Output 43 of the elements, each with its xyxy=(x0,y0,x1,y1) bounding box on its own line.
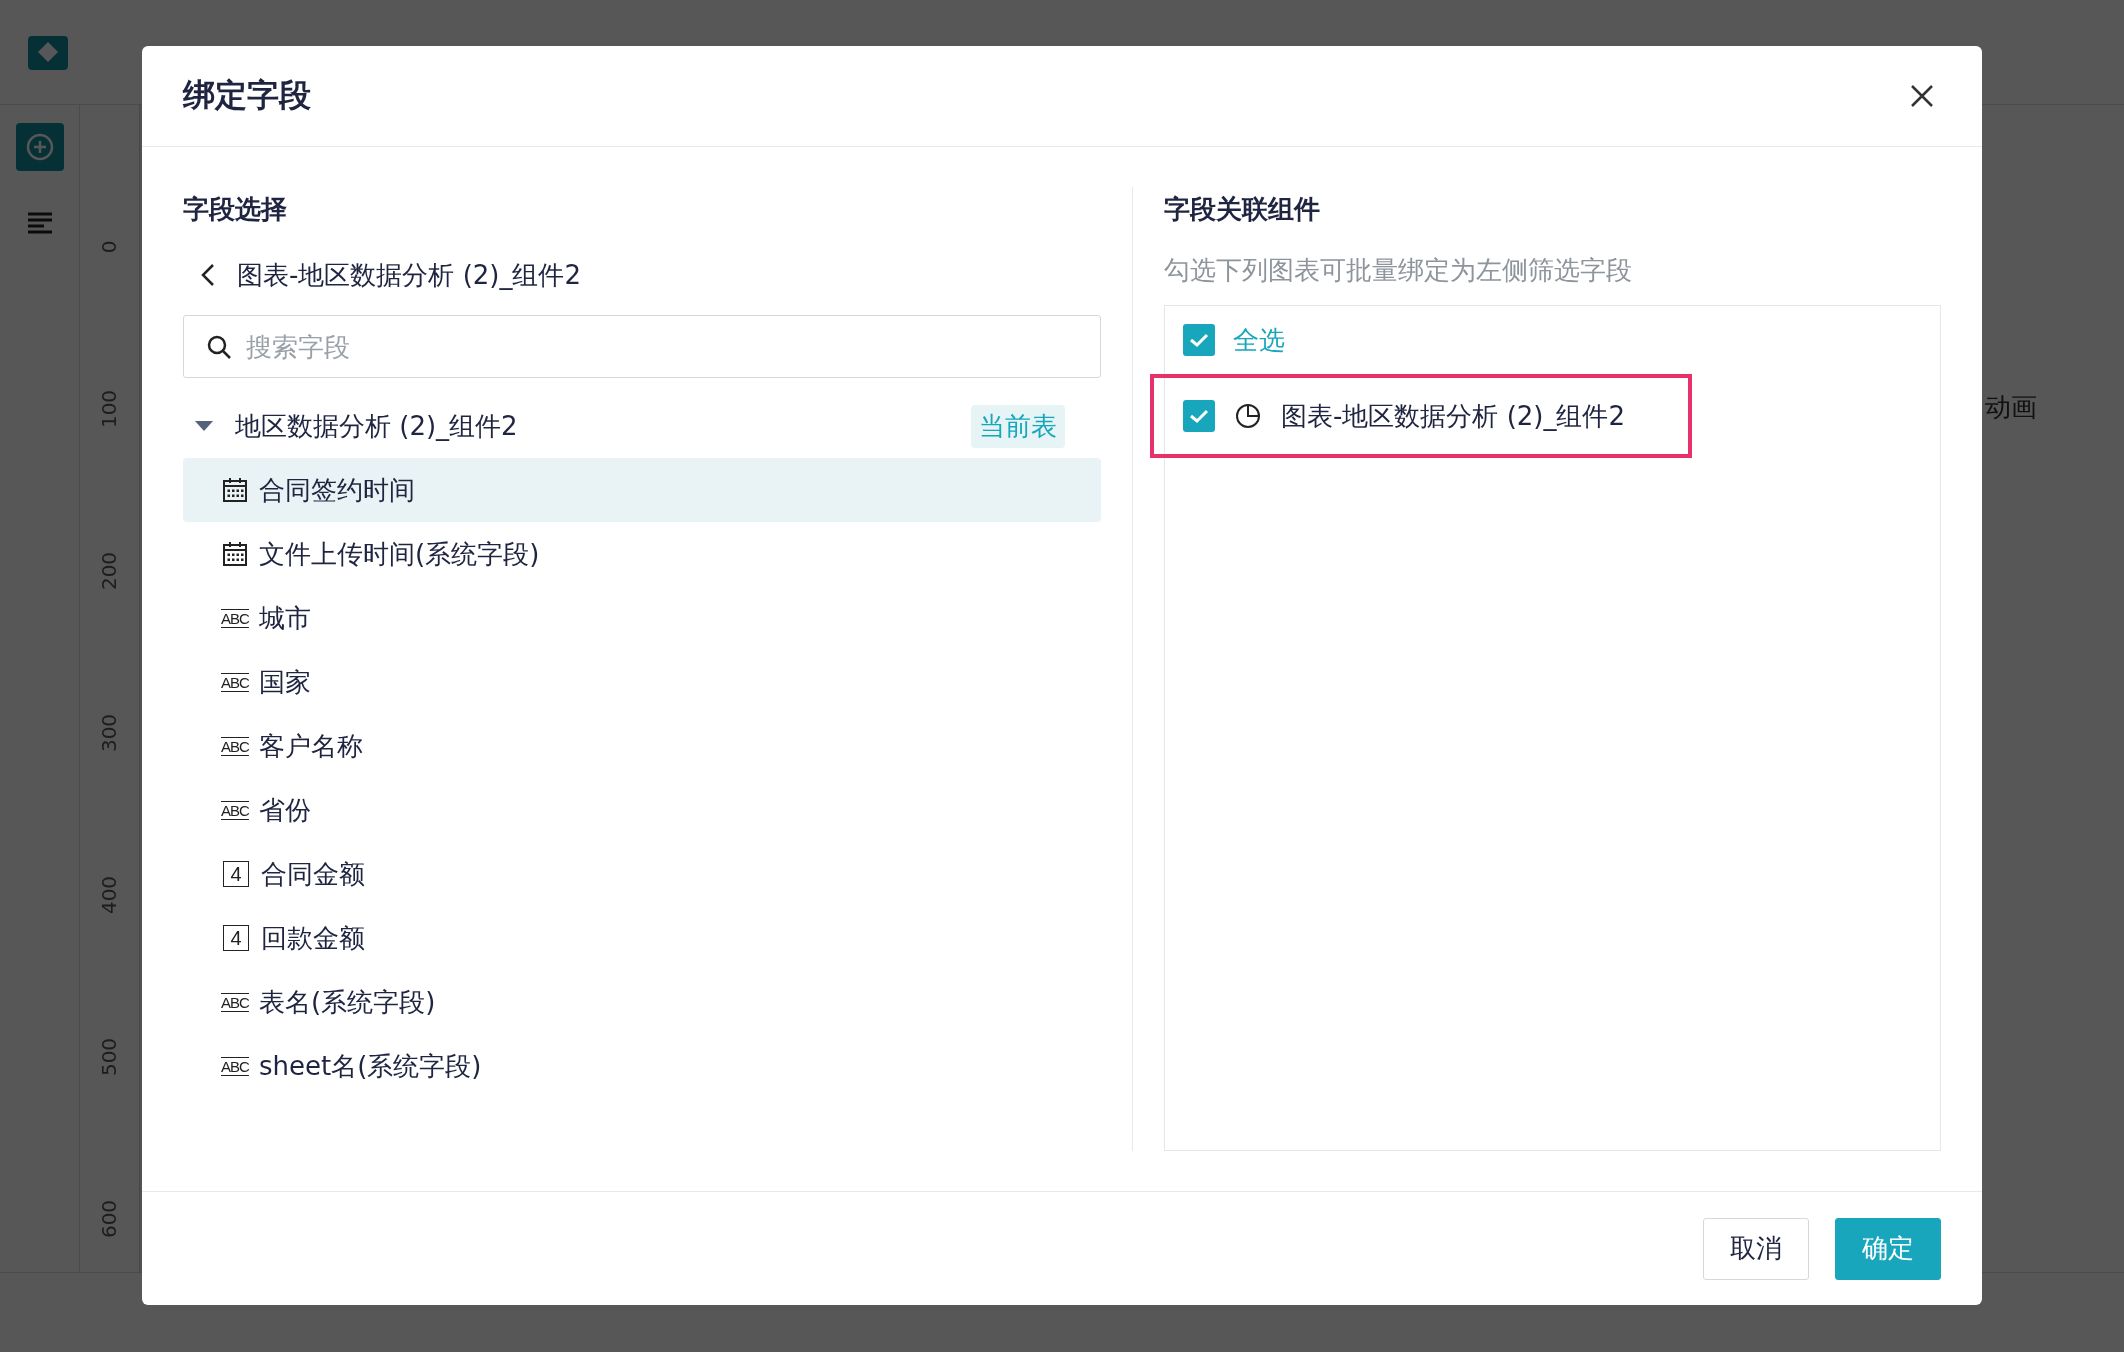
field-item[interactable]: ABC 省份 xyxy=(183,778,1101,842)
hint-text: 勾选下列图表可批量绑定为左侧筛选字段 xyxy=(1164,253,1633,287)
calendar-icon xyxy=(221,540,249,568)
dialog-title: 绑定字段 xyxy=(183,75,311,116)
ruler-label: 0 xyxy=(96,240,123,254)
ruler-label: 200 xyxy=(96,551,123,591)
current-table-badge: 当前表 xyxy=(971,404,1065,448)
field-item[interactable]: ABC 表名(系统字段) xyxy=(183,970,1101,1034)
ruler-label: 300 xyxy=(96,713,123,753)
panel-label: 动画 xyxy=(1985,392,2037,422)
search-input[interactable]: 搜索字段 xyxy=(244,330,1078,363)
checkbox[interactable] xyxy=(1183,324,1215,356)
ruler-label: 600 xyxy=(96,1199,123,1239)
field-item[interactable]: ABC 客户名称 xyxy=(183,714,1101,778)
section-heading: 字段选择 xyxy=(183,192,288,226)
ruler-label: 400 xyxy=(96,875,123,915)
checkmark-icon xyxy=(1189,332,1209,348)
field-item[interactable]: ABC 城市 xyxy=(183,586,1101,650)
field-item[interactable]: 4 回款金额 xyxy=(183,906,1101,970)
number-type-icon: 4 xyxy=(223,861,249,887)
field-item[interactable]: 文件上传时间(系统字段) xyxy=(183,522,1101,586)
field-item[interactable]: 合同签约时间 xyxy=(183,458,1101,522)
pie-chart-icon xyxy=(1233,401,1263,431)
list-icon[interactable] xyxy=(25,211,54,235)
field-item[interactable]: 4 合同金额 xyxy=(183,842,1101,906)
checkmark-icon xyxy=(1189,408,1209,424)
add-button[interactable] xyxy=(15,123,64,171)
ruler-label: 500 xyxy=(96,1037,123,1077)
calendar-icon xyxy=(221,476,249,504)
ruler-label: 100 xyxy=(96,389,123,429)
checkbox[interactable] xyxy=(1183,400,1215,432)
breadcrumb-title: 图表-地区数据分析 (2)_组件2 xyxy=(237,258,582,292)
number-type-icon: 4 xyxy=(223,925,249,951)
field-item[interactable]: ABC sheet名(系统字段) xyxy=(183,1034,1101,1098)
search-icon xyxy=(206,333,232,360)
table-name: 地区数据分析 (2)_组件2 xyxy=(235,409,519,443)
cancel-button[interactable]: 取消 xyxy=(1703,1217,1809,1280)
component-label: 图表-地区数据分析 (2)_组件2 xyxy=(1281,399,1626,433)
search-field[interactable]: 搜索字段 xyxy=(183,315,1101,378)
expand-icon[interactable] xyxy=(193,419,215,433)
field-item[interactable]: ABC 国家 xyxy=(183,650,1101,714)
section-heading: 字段关联组件 xyxy=(1164,192,1321,226)
plus-icon xyxy=(24,132,55,162)
